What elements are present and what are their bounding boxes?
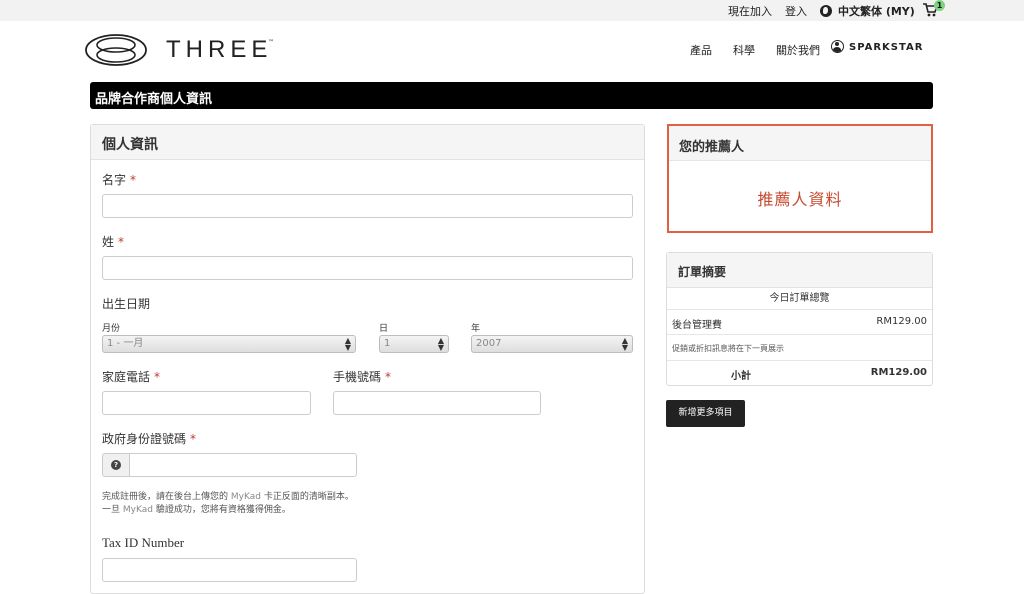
home-phone-input[interactable] [102, 391, 311, 415]
select-arrows-icon: ▲ ▼ [344, 336, 351, 352]
required-marker: * [385, 370, 392, 384]
brand-trademark: ™ [268, 39, 274, 46]
page-title: 品牌合作商個人資訊 [95, 92, 213, 107]
home-phone-label: 家庭電話 * [102, 370, 161, 384]
month-label: 月份 [102, 324, 121, 334]
top-utility-bar: 現在加入 登入 中文繁体 (MY) 1 [0, 0, 1024, 21]
tax-id-label: Tax ID Number [102, 535, 185, 550]
subtotal-label: 小計 [731, 371, 751, 382]
promo-note-row: 促銷或折扣訊息將在下一頁展示 [667, 335, 932, 361]
day-select[interactable]: 1 ▲ ▼ [379, 335, 449, 353]
required-marker: * [154, 370, 161, 384]
select-arrows-icon: ▲ ▼ [437, 336, 444, 352]
today-total-label: 今日訂單總覽 [769, 293, 830, 304]
globe-icon [820, 5, 832, 17]
first-name-label: 名字 * [102, 173, 137, 187]
gov-id-input[interactable] [129, 453, 357, 477]
order-summary-heading: 訂單摘要 [678, 265, 727, 279]
year-select[interactable]: 2007 ▲ ▼ [471, 335, 633, 353]
month-select[interactable]: 1 - 一月 ▲ ▼ [102, 335, 356, 353]
required-marker: * [118, 235, 125, 249]
subtotal-row: 小計 RM129.00 [667, 361, 932, 386]
sponsor-heading: 您的推薦人 [679, 140, 745, 155]
join-now-link[interactable]: 現在加入 [728, 3, 772, 19]
personal-info-heading: 個人資訊 [102, 137, 158, 153]
order-summary-panel: 訂單摘要 今日訂單總覽 後台管理費 RM129.00 促銷或折扣訊息將在下一頁展… [666, 252, 933, 386]
mykad-help-text: 完成註冊後，請在後台上傳您的 MyKad 卡正反面的清晰副本。 一旦 MyKad… [102, 492, 354, 515]
backoffice-fee-value: RM129.00 [876, 316, 927, 327]
sponsor-info: 推薦人資料 [757, 190, 843, 209]
nav-products[interactable]: 產品 [690, 42, 712, 58]
cart-count-badge: 1 [934, 0, 945, 11]
three-logo-icon[interactable] [85, 34, 147, 66]
personal-info-header: 個人資訊 [91, 125, 644, 160]
backoffice-fee-label: 後台管理費 [672, 320, 722, 331]
user-name: SPARKSTAR [849, 42, 924, 53]
backoffice-fee-row: 後台管理費 RM129.00 [667, 310, 932, 335]
today-total-row: 今日訂單總覽 [667, 288, 932, 310]
order-summary-header: 訂單摘要 [667, 253, 932, 288]
user-icon [831, 40, 844, 53]
mobile-input[interactable] [333, 391, 541, 415]
gov-id-help-addon[interactable]: ? [102, 453, 130, 477]
tax-id-input[interactable] [102, 558, 357, 582]
question-circle-icon: ? [111, 460, 121, 470]
login-link[interactable]: 登入 [785, 3, 807, 19]
required-marker: * [130, 173, 137, 187]
gov-id-label: 政府身份證號碼 * [102, 432, 197, 446]
add-more-items-button[interactable]: 新增更多項目 [666, 400, 745, 427]
required-marker: * [190, 432, 197, 446]
year-label: 年 [471, 324, 481, 334]
last-name-label: 姓 * [102, 235, 125, 249]
nav-science[interactable]: 科學 [733, 42, 755, 58]
sponsor-header: 您的推薦人 [669, 126, 931, 161]
day-label: 日 [379, 324, 389, 334]
nav-about[interactable]: 關於我們 [776, 42, 820, 58]
dob-label: 出生日期 [102, 297, 151, 311]
select-arrows-icon: ▲ ▼ [621, 336, 628, 352]
promo-note: 促銷或折扣訊息將在下一頁展示 [672, 344, 784, 353]
last-name-input[interactable] [102, 256, 633, 280]
nav-user-account[interactable]: SPARKSTAR [831, 40, 924, 53]
language-label: 中文繁体 (MY) [838, 5, 915, 18]
page-title-bar: 品牌合作商個人資訊 [90, 82, 933, 109]
subtotal-value: RM129.00 [870, 367, 927, 378]
mobile-label: 手機號碼 * [333, 370, 392, 384]
first-name-input[interactable] [102, 194, 633, 218]
brand-name[interactable]: THREE [166, 36, 272, 64]
language-selector[interactable]: 中文繁体 (MY) [820, 3, 915, 19]
sponsor-panel: 您的推薦人 推薦人資料 [667, 124, 933, 233]
